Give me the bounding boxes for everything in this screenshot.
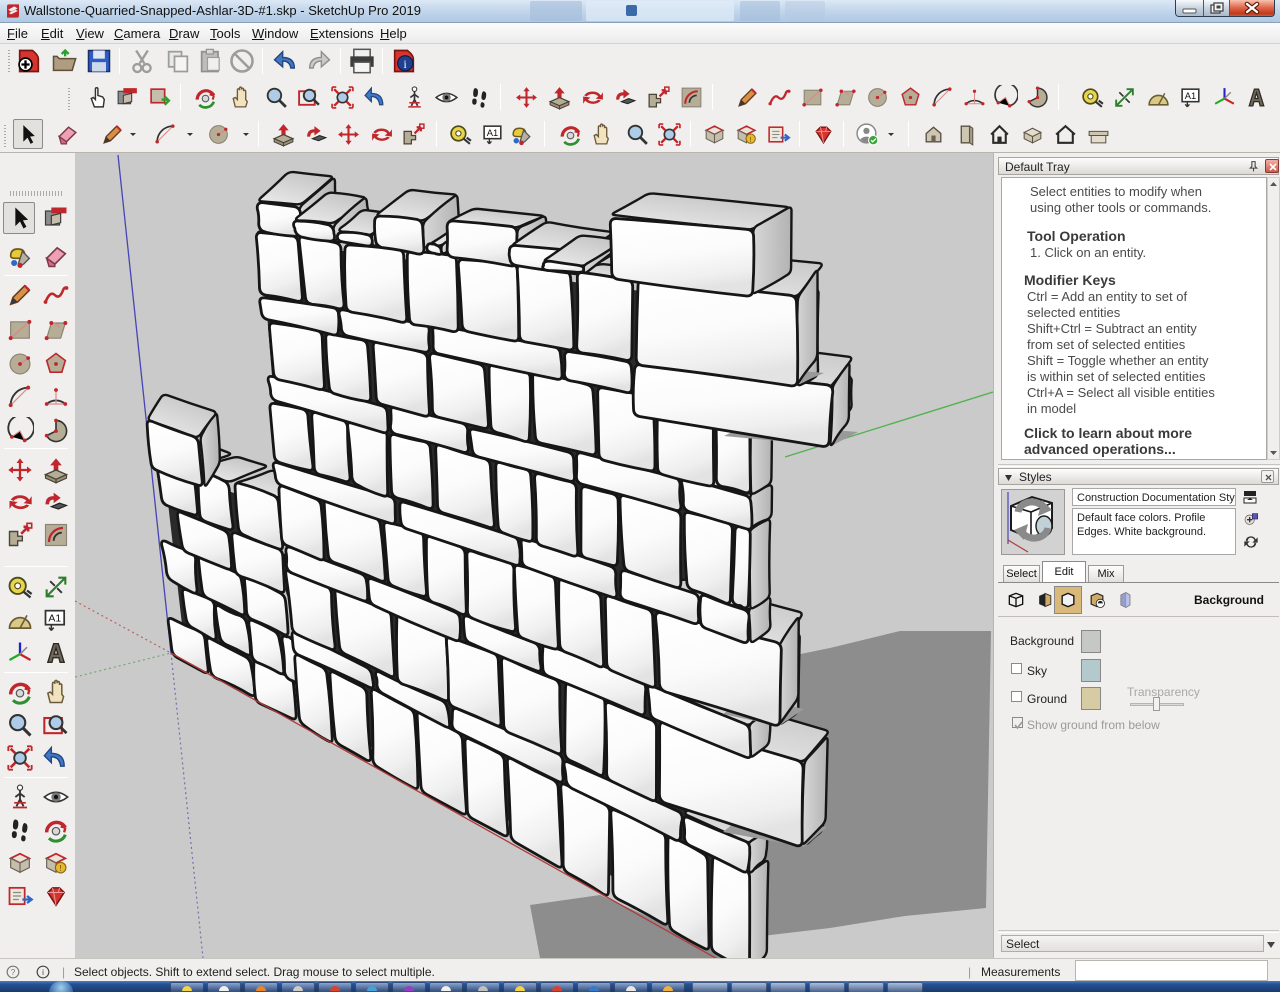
svg-text:i: i — [42, 968, 44, 977]
svg-text:A1: A1 — [48, 613, 61, 625]
svg-text:A1: A1 — [1185, 91, 1196, 101]
svg-text:?: ? — [11, 968, 16, 977]
svg-text:!: ! — [750, 135, 752, 144]
svg-text:A1: A1 — [487, 128, 498, 138]
svg-text:!: ! — [60, 864, 62, 873]
